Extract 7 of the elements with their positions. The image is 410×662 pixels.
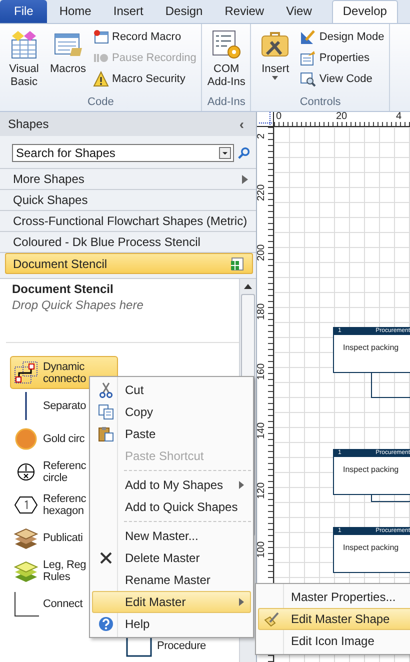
stencil-title: Document Stencil <box>11 281 114 296</box>
horizontal-ruler: 0 20 4 <box>274 112 410 127</box>
group-label: Add-Ins <box>206 96 246 110</box>
group-label: Code <box>86 96 115 110</box>
stencil-hint: Drop Quick Shapes here <box>11 297 144 312</box>
group-label: Controls <box>298 96 342 110</box>
panel-title: Shapes <box>8 117 49 131</box>
